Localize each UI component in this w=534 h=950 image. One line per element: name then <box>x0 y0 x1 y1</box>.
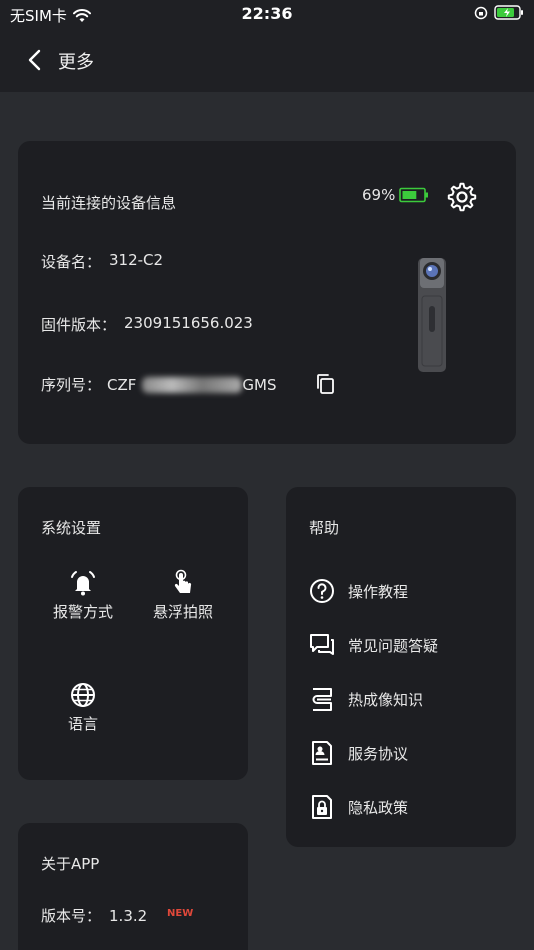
about-app-title: 关于APP <box>41 855 100 873</box>
help-item-thermal-label: 热成像知识 <box>348 690 424 709</box>
help-item-privacy[interactable]: 隐私政策 <box>308 793 408 821</box>
device-name-row: 设备名： 312-C2 <box>41 251 163 272</box>
top-bar: 无SIM卡 22:36 更多 <box>0 0 534 92</box>
device-battery: 69% <box>362 186 429 204</box>
firmware-value: 2309151656.023 <box>124 314 253 332</box>
firmware-label: 固件版本： <box>41 316 117 334</box>
globe-icon <box>71 683 95 707</box>
help-item-terms[interactable]: 服务协议 <box>308 739 408 767</box>
device-name-label: 设备名： <box>41 253 102 271</box>
alarm-bell-icon <box>71 571 95 596</box>
help-item-thermal[interactable]: 热成像知识 <box>308 685 423 713</box>
device-image <box>418 258 446 372</box>
hover-capture-button[interactable]: 悬浮拍照 <box>138 569 228 622</box>
settings-gear-icon[interactable] <box>446 181 478 213</box>
alarm-mode-label: 报警方式 <box>52 603 113 621</box>
help-item-tutorial-label: 操作教程 <box>348 582 409 601</box>
status-battery-icon <box>494 5 523 20</box>
version-row: 版本号： 1.3.2 <box>41 905 147 926</box>
hover-capture-label: 悬浮拍照 <box>152 603 213 621</box>
firmware-row: 固件版本： 2309151656.023 <box>41 314 253 335</box>
system-settings-card: 系统设置 报警方式 悬浮拍照 语言 <box>18 487 248 780</box>
book-icon <box>312 688 332 711</box>
tap-hand-icon <box>174 569 192 593</box>
battery-percent: 69% <box>362 186 396 204</box>
device-info-title: 当前连接的设备信息 <box>41 194 177 212</box>
battery-icon <box>399 187 429 203</box>
question-circle-icon <box>310 579 334 603</box>
status-time: 22:36 <box>241 4 293 23</box>
serial-prefix: CZF <box>107 375 137 394</box>
orientation-lock-icon <box>474 6 488 19</box>
serial-redacted <box>142 376 243 393</box>
version-value: 1.3.2 <box>109 906 148 925</box>
help-item-tutorial[interactable]: 操作教程 <box>308 577 408 605</box>
page-title: 更多 <box>58 52 94 73</box>
serial-label: 序列号： <box>41 376 102 394</box>
version-label: 版本号： <box>41 907 102 925</box>
device-info-card: 当前连接的设备信息 69% 设备名： 312-C2 固件版本： 23091516… <box>18 141 516 444</box>
language-label: 语言 <box>67 715 98 733</box>
document-user-icon <box>312 741 332 765</box>
nav-bar: 更多 <box>0 40 534 80</box>
document-lock-icon <box>312 795 332 819</box>
about-app-card: 关于APP 版本号： 1.3.2 NEW <box>18 823 248 950</box>
help-item-faq-label: 常见问题答疑 <box>348 636 439 655</box>
serial-row: 序列号： CZF GMS <box>41 374 277 395</box>
help-title: 帮助 <box>309 519 340 537</box>
language-button[interactable]: 语言 <box>38 681 128 734</box>
help-item-terms-label: 服务协议 <box>348 744 409 763</box>
device-name-value: 312-C2 <box>109 251 164 269</box>
help-item-faq[interactable]: 常见问题答疑 <box>308 631 438 659</box>
status-bar: 无SIM卡 22:36 <box>0 0 534 30</box>
status-right <box>474 5 524 20</box>
serial-suffix: GMS <box>242 375 277 394</box>
system-settings-title: 系统设置 <box>41 519 102 537</box>
chat-icon <box>310 634 334 655</box>
help-card: 帮助 操作教程 常见问题答疑 热成像知识 服务协议 隐私政策 <box>286 487 516 847</box>
copy-icon[interactable] <box>315 373 337 395</box>
back-chevron-icon[interactable] <box>24 48 48 72</box>
help-item-privacy-label: 隐私政策 <box>348 798 409 817</box>
new-badge: NEW <box>167 908 194 919</box>
alarm-mode-button[interactable]: 报警方式 <box>38 569 128 622</box>
